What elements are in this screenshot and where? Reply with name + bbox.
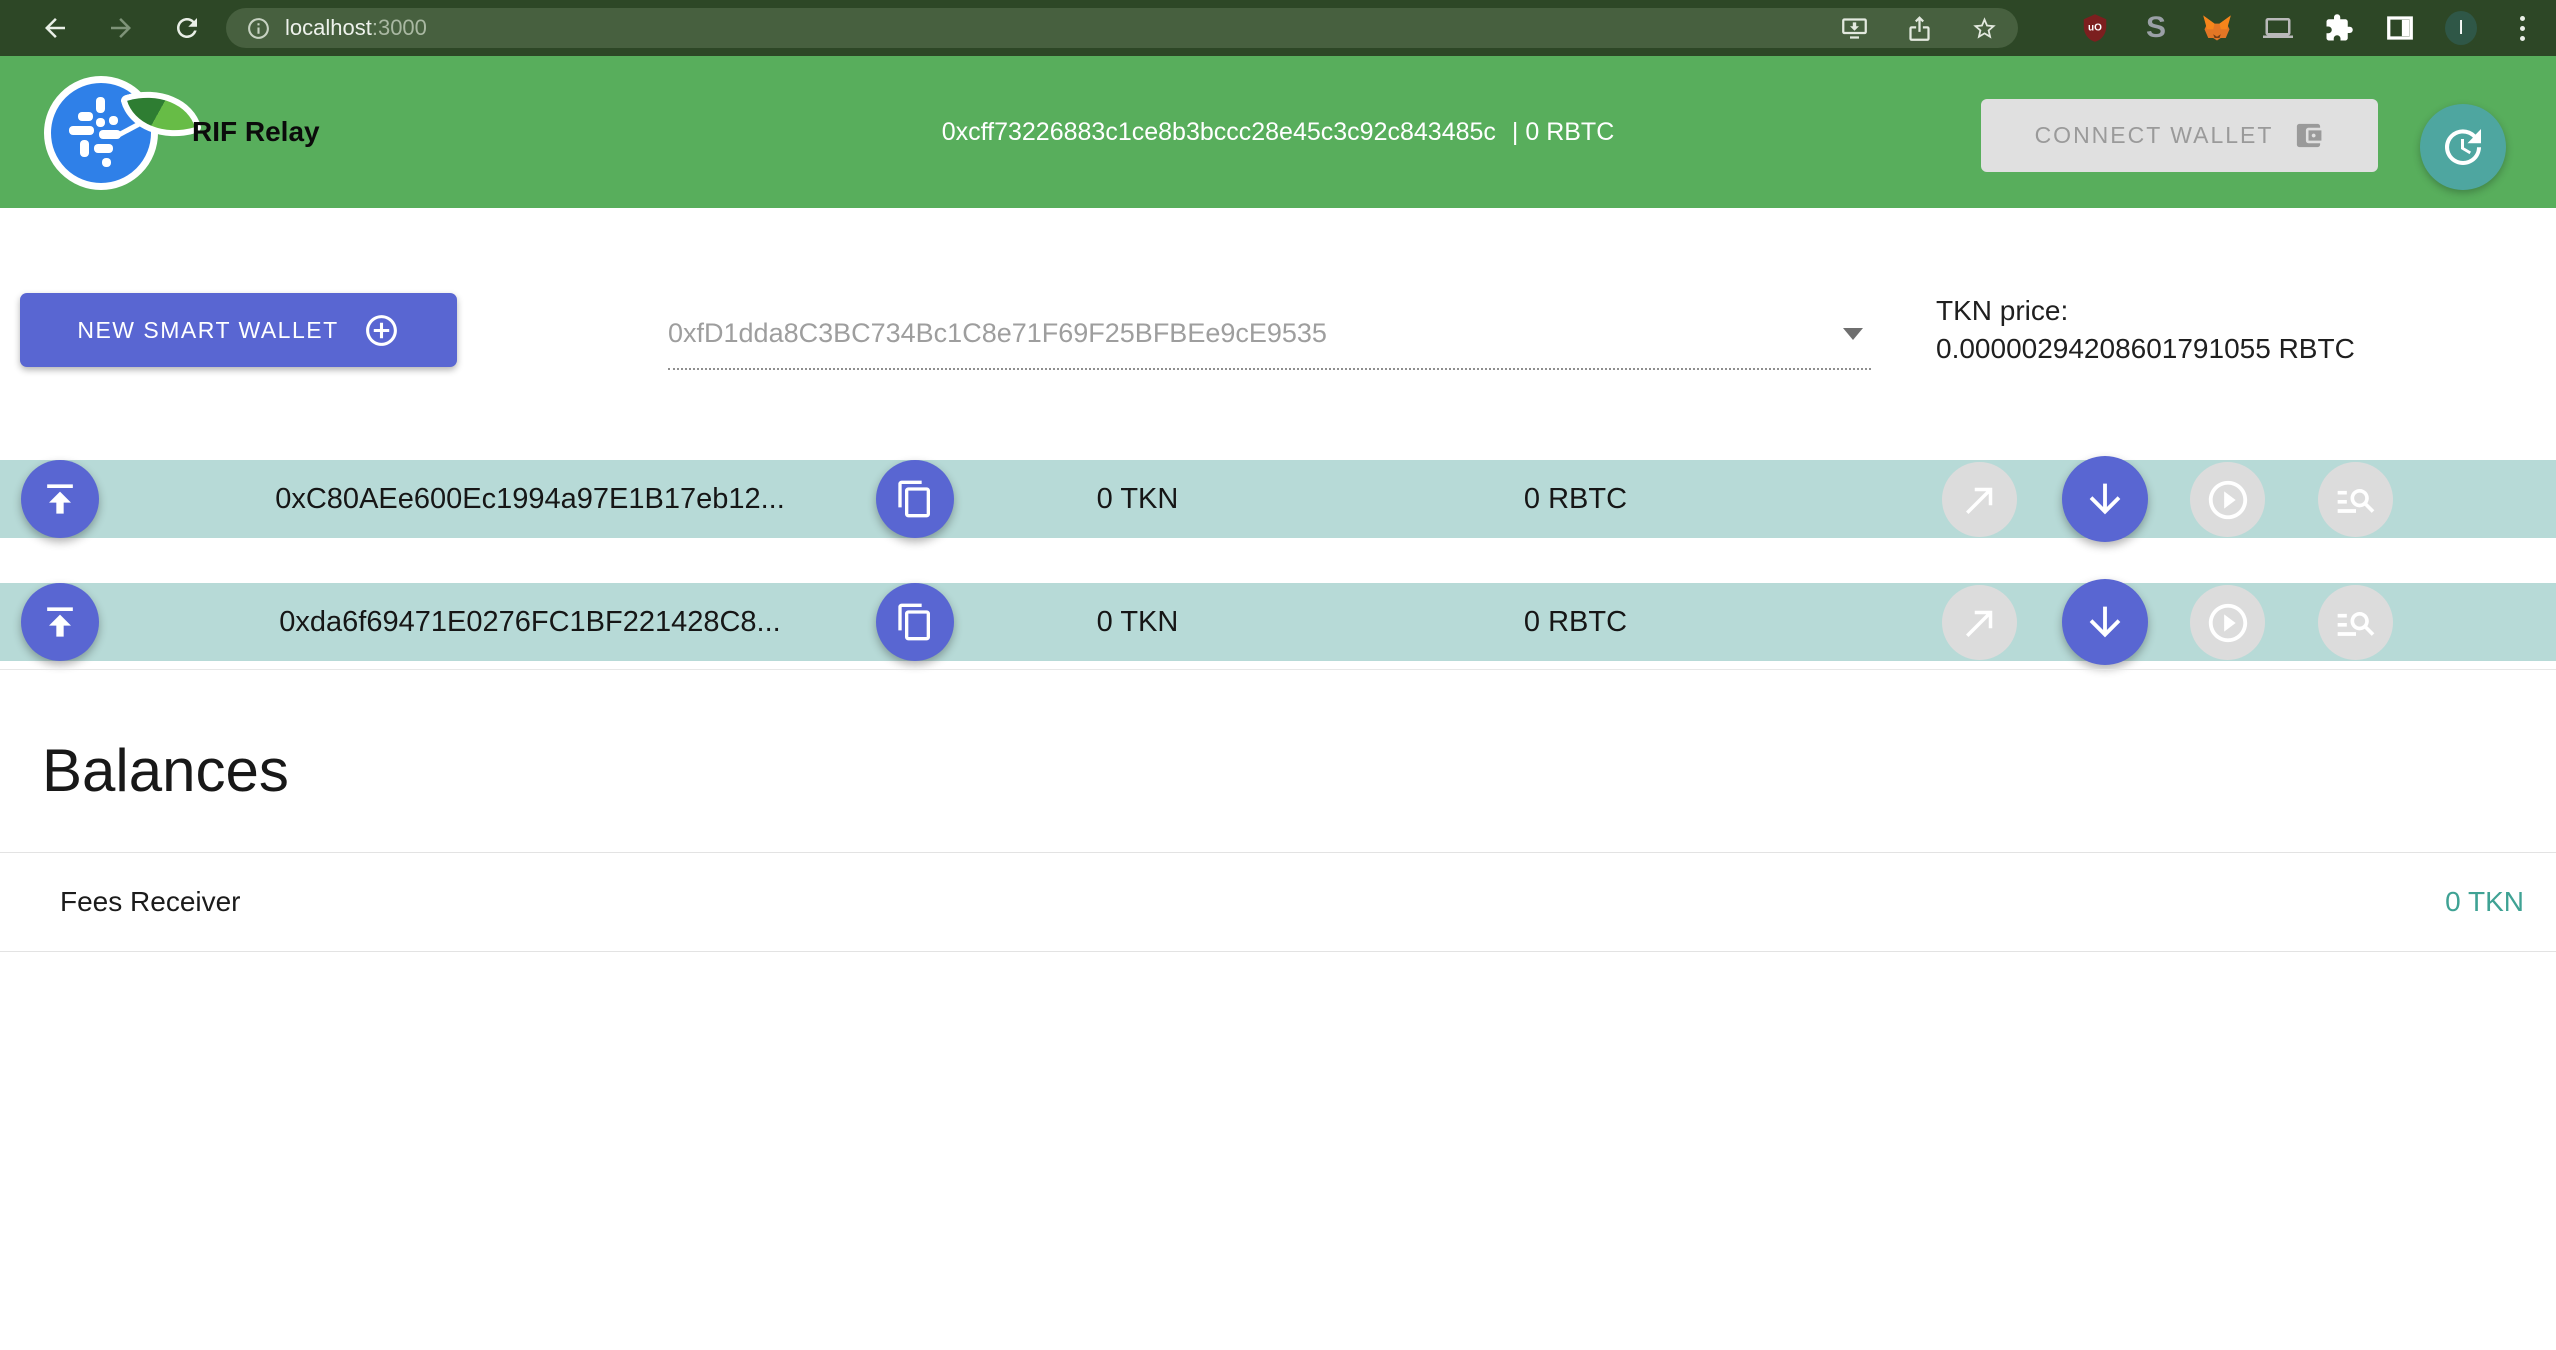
wallet-rbtc-balance: 0 RBTC (1478, 583, 1673, 661)
metamask-extension-icon[interactable] (2201, 12, 2233, 44)
wallet-tkn-balance: 0 TKN (1040, 583, 1235, 661)
account-address: 0xcff73226883c1ce8b3bccc28e45c3c92c84348… (942, 118, 1496, 147)
tkn-price-value: 0.00000294208601791055 RBTC (1936, 330, 2355, 368)
ublock-extension-icon[interactable]: uO (2079, 12, 2111, 44)
deploy-wallet-button[interactable] (21, 583, 99, 661)
share-icon[interactable] (1906, 15, 1933, 42)
extension-cluster: uO S I (2079, 10, 2538, 46)
wallet-tkn-balance: 0 TKN (1040, 460, 1235, 538)
search-list-icon (2334, 601, 2378, 645)
browser-toolbar: localhost:3000 uO S (0, 0, 2556, 56)
app-title: RIF Relay (192, 56, 320, 208)
arrow-down-icon (2082, 476, 2128, 522)
site-info-icon[interactable] (246, 16, 271, 41)
balances-title: Balances (42, 736, 289, 805)
add-circle-icon (363, 312, 400, 349)
extensions-puzzle-icon[interactable] (2323, 12, 2355, 44)
refresh-clock-icon (2439, 123, 2487, 171)
url-host: localhost (285, 15, 372, 40)
relay-search-button[interactable] (2318, 462, 2393, 537)
browser-back-icon[interactable] (40, 13, 70, 43)
deploy-wallet-button[interactable] (21, 460, 99, 538)
bookmark-star-icon[interactable] (1971, 15, 1998, 42)
copy-address-button[interactable] (876, 460, 954, 538)
refresh-button[interactable] (2420, 104, 2506, 190)
wallet-select[interactable]: 0xfD1dda8C3BC734Bc1C8e71F69F25BFBEe9cE95… (668, 298, 1871, 370)
search-list-icon (2334, 478, 2378, 522)
arrow-up-right-icon (1959, 602, 2001, 644)
transfer-button[interactable] (1942, 462, 2017, 537)
ublock-label: uO (2088, 23, 2102, 34)
wallet-address: 0xda6f69471E0276FC1BF221428C8... (230, 583, 830, 661)
smart-wallet-row: 0xC80AEe600Ec1994a97E1B17eb12... 0 TKN 0… (0, 460, 2556, 538)
browser-forward-icon[interactable] (106, 13, 136, 43)
upload-icon (38, 477, 82, 521)
execute-button[interactable] (2190, 585, 2265, 660)
copy-icon (895, 602, 935, 642)
wallet-select-value: 0xfD1dda8C3BC734Bc1C8e71F69F25BFBEe9cE95… (668, 318, 1327, 349)
address-bar[interactable]: localhost:3000 (226, 8, 2018, 48)
upload-icon (38, 600, 82, 644)
fees-receiver-value: 0 TKN (2445, 886, 2524, 918)
new-smart-wallet-label: NEW SMART WALLET (77, 317, 338, 344)
relay-search-button[interactable] (2318, 585, 2393, 660)
profile-initial: I (2445, 11, 2477, 45)
copy-icon (895, 479, 935, 519)
tkn-price-label: TKN price: (1936, 292, 2355, 330)
smart-wallet-row: 0xda6f69471E0276FC1BF221428C8... 0 TKN 0… (0, 583, 2556, 661)
fees-receiver-row: Fees Receiver 0 TKN (0, 852, 2556, 952)
receive-button[interactable] (2062, 579, 2148, 665)
copy-address-button[interactable] (876, 583, 954, 661)
divider (0, 669, 2556, 670)
app-header: RIF Relay 0xcff73226883c1ce8b3bccc28e45c… (0, 56, 2556, 208)
play-circle-icon (2205, 477, 2251, 523)
arrow-up-right-icon (1959, 479, 2001, 521)
transfer-button[interactable] (1942, 585, 2017, 660)
play-circle-icon (2205, 600, 2251, 646)
receive-button[interactable] (2062, 456, 2148, 542)
connect-wallet-button[interactable]: CONNECT WALLET (1981, 99, 2378, 172)
wallet-rbtc-balance: 0 RBTC (1478, 460, 1673, 538)
execute-button[interactable] (2190, 462, 2265, 537)
install-page-icon[interactable] (1841, 15, 1868, 42)
chevron-down-icon (1843, 328, 1863, 340)
laptop-extension-icon[interactable] (2262, 12, 2294, 44)
wallet-icon (2293, 120, 2324, 151)
wallet-address: 0xC80AEe600Ec1994a97E1B17eb12... (230, 460, 830, 538)
connect-wallet-label: CONNECT WALLET (2035, 122, 2274, 149)
account-balance: | 0 RBTC (1512, 118, 1614, 147)
browser-menu-dots-icon[interactable] (2506, 12, 2538, 44)
browser-reload-icon[interactable] (172, 13, 202, 43)
url-text: localhost:3000 (285, 15, 427, 41)
rif-relay-logo-icon (44, 76, 194, 194)
arrow-down-icon (2082, 599, 2128, 645)
s-extension-icon[interactable]: S (2140, 12, 2172, 44)
side-panel-icon[interactable] (2384, 12, 2416, 44)
url-port: :3000 (372, 15, 427, 40)
fees-receiver-label: Fees Receiver (60, 886, 241, 918)
screen: localhost:3000 uO S (0, 0, 2556, 1350)
header-account: 0xcff73226883c1ce8b3bccc28e45c3c92c84348… (942, 56, 1615, 208)
new-smart-wallet-button[interactable]: NEW SMART WALLET (20, 293, 457, 367)
profile-avatar[interactable]: I (2445, 12, 2477, 44)
tkn-price: TKN price: 0.00000294208601791055 RBTC (1936, 292, 2355, 368)
